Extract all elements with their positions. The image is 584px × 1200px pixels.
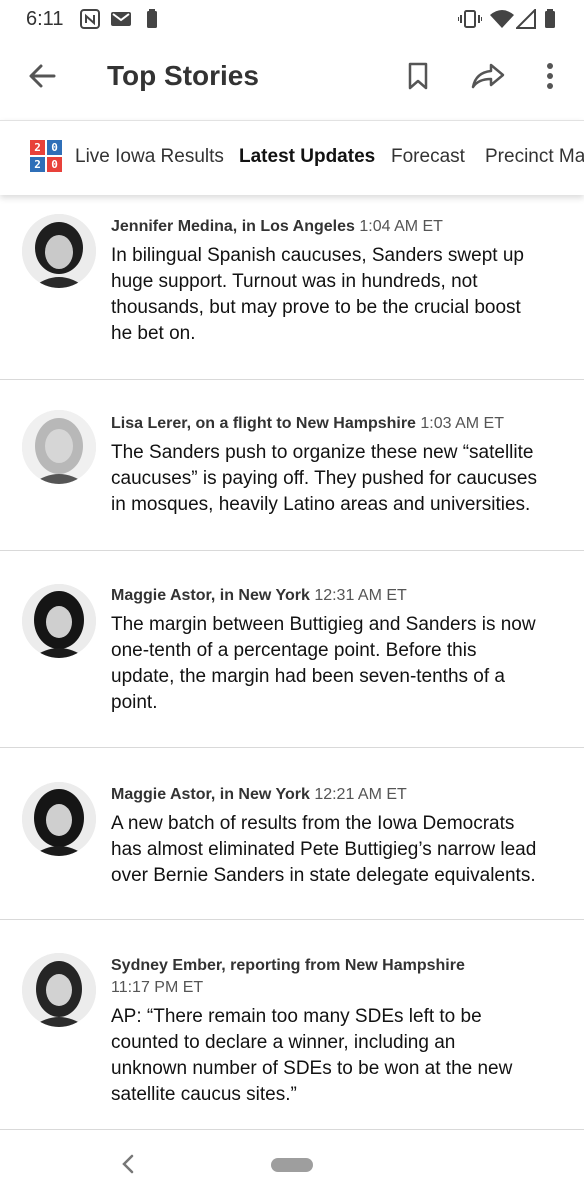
body-line: has almost eliminated Pete Buttigieg’s n… [111, 839, 537, 860]
back-arrow-icon [28, 62, 56, 95]
update-time: 12:31 AM ET [314, 587, 407, 604]
update-time: 11:17 PM ET [111, 979, 204, 996]
update-time: 1:04 AM ET [359, 218, 443, 235]
logo-digit: 0 [47, 140, 62, 155]
update-item[interactable]: Sydney Ember, reporting from New Hampshi… [0, 920, 584, 1130]
home-pill-icon[interactable] [271, 1158, 313, 1172]
wifi-icon [490, 9, 514, 34]
body-line: A new batch of results from the Iowa Dem… [111, 813, 515, 834]
battery-icon [544, 9, 556, 34]
body-line: huge support. Turnout was in hundreds, n… [111, 271, 478, 292]
body-line: The margin between Buttigieg and Sanders… [111, 614, 536, 635]
gmail-icon [110, 9, 132, 34]
author-name[interactable]: Maggie Astor, in New York [111, 786, 310, 803]
page-title: Top Stories [107, 60, 259, 91]
update-time: 1:03 AM ET [420, 415, 504, 432]
author-avatar [22, 410, 96, 484]
body-line: In bilingual Spanish caucuses, Sanders s… [111, 245, 524, 266]
tab-live-iowa-results[interactable]: Live Iowa Results [75, 146, 224, 168]
update-time: 12:21 AM ET [314, 786, 407, 803]
body-line: he bet on. [111, 323, 196, 344]
more-vert-icon [546, 62, 554, 94]
update-byline: Sydney Ember, reporting from New Hampshi… [111, 955, 561, 999]
system-nav-bar [0, 1130, 584, 1200]
tab-precinct-map[interactable]: Precinct Ma [485, 146, 584, 168]
update-item[interactable]: Lisa Lerer, on a flight to New Hampshire… [0, 380, 584, 551]
body-line: one-tenth of a percentage point. Before … [111, 640, 477, 661]
body-line: in mosques, heavily Latino areas and uni… [111, 494, 531, 515]
body-line: counted to declare a winner, including a… [111, 1032, 456, 1053]
update-byline: Lisa Lerer, on a flight to New Hampshire… [111, 413, 561, 435]
author-name[interactable]: Sydney Ember, reporting from New Hampshi… [111, 955, 561, 977]
update-item[interactable]: Maggie Astor, in New York 12:21 AM ET A … [0, 748, 584, 920]
author-name[interactable]: Lisa Lerer, on a flight to New Hampshire [111, 415, 416, 432]
back-chevron-icon[interactable] [121, 1154, 135, 1179]
logo-digit: 0 [47, 157, 62, 172]
author-name[interactable]: Maggie Astor, in New York [111, 587, 310, 604]
body-line: thousands, but may prove to be the cruci… [111, 297, 521, 318]
body-line: satellite caucus sites.” [111, 1084, 297, 1105]
body-line: The Sanders push to organize these new “… [111, 442, 534, 463]
bookmark-button[interactable] [394, 54, 442, 102]
update-item[interactable]: Jennifer Medina, in Los Angeles 1:04 AM … [0, 195, 584, 380]
author-avatar [22, 953, 96, 1027]
body-line: over Bernie Sanders in state delegate eq… [111, 865, 536, 886]
bookmark-icon [407, 62, 429, 95]
share-button[interactable] [464, 54, 512, 102]
updates-feed: Jennifer Medina, in Los Angeles 1:04 AM … [0, 195, 584, 1130]
body-line: caucuses” is paying off. They pushed for… [111, 468, 537, 489]
tab-bar: 2 0 2 0 Live Iowa Results Latest Updates… [0, 120, 584, 195]
signal-icon [514, 7, 536, 34]
update-body: AP: “There remain too many SDEs left to … [111, 1004, 561, 1108]
back-button[interactable] [18, 54, 66, 102]
app-bar: Top Stories [0, 38, 584, 120]
vibrate-icon [457, 9, 483, 34]
share-icon [471, 63, 505, 94]
tab-latest-updates[interactable]: Latest Updates [239, 146, 375, 168]
logo-digit: 2 [30, 157, 45, 172]
status-bar: 6:11 [0, 0, 584, 38]
body-line: AP: “There remain too many SDEs left to … [111, 1006, 482, 1027]
update-item[interactable]: Maggie Astor, in New York 12:31 AM ET Th… [0, 551, 584, 748]
body-line: point. [111, 692, 158, 713]
author-avatar [22, 584, 96, 658]
status-time: 6:11 [26, 8, 64, 30]
body-line: unknown number of SDEs to be won at the … [111, 1058, 513, 1079]
update-body: The margin between Buttigieg and Sanders… [111, 612, 561, 716]
logo-digit: 2 [30, 140, 45, 155]
author-avatar [22, 782, 96, 856]
author-name[interactable]: Jennifer Medina, in Los Angeles [111, 218, 355, 235]
update-body: A new batch of results from the Iowa Dem… [111, 811, 561, 889]
update-byline: Maggie Astor, in New York 12:21 AM ET [111, 784, 561, 806]
battery-saver-icon [146, 9, 158, 34]
update-body: The Sanders push to organize these new “… [111, 440, 561, 518]
author-avatar [22, 214, 96, 288]
more-options-button[interactable] [526, 54, 574, 102]
update-body: In bilingual Spanish caucuses, Sanders s… [111, 243, 561, 347]
body-line: update, the margin had been seven-tenths… [111, 666, 505, 687]
nyt-notification-icon [80, 9, 100, 34]
update-byline: Jennifer Medina, in Los Angeles 1:04 AM … [111, 216, 561, 238]
tab-forecast[interactable]: Forecast [391, 146, 465, 168]
election-2020-logo: 2 0 2 0 [30, 140, 62, 172]
update-byline: Maggie Astor, in New York 12:31 AM ET [111, 585, 561, 607]
